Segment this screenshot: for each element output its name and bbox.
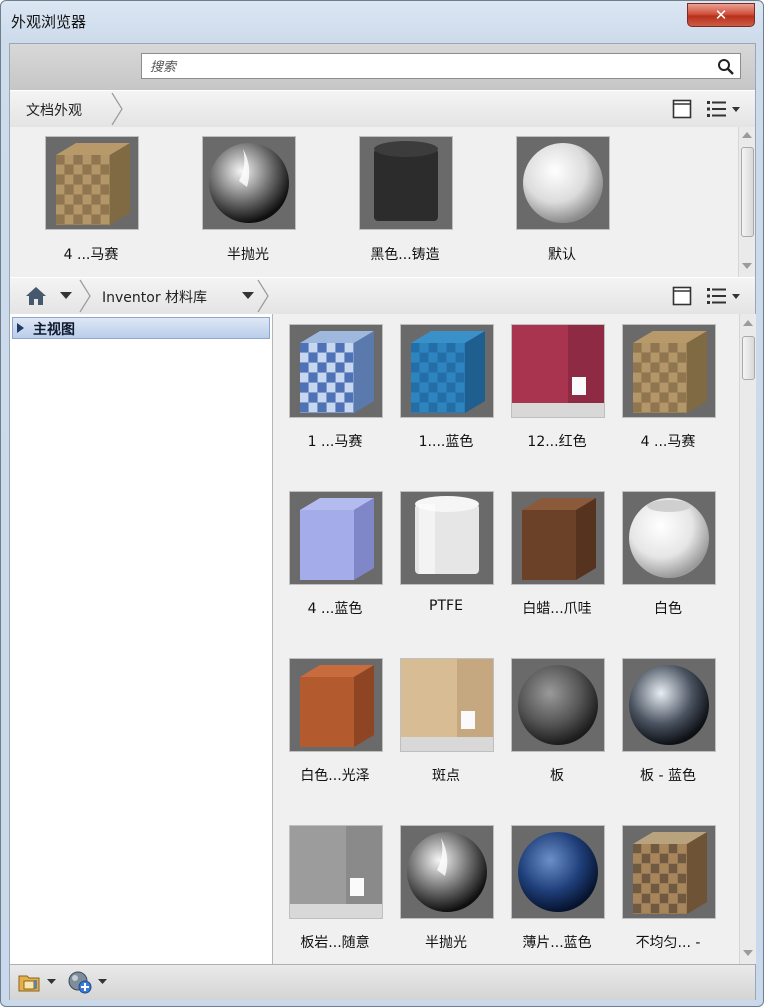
material-swatch[interactable] [289,324,383,418]
material-swatch[interactable] [511,324,605,418]
material-swatch[interactable] [400,825,494,919]
browser-client: 文档外观 4 ...马赛半抛光黑色...铸造默认 Inventor 材料库 [9,43,756,1000]
material-swatch[interactable] [511,491,605,585]
search-icon[interactable] [717,58,735,76]
search-bar [10,44,755,91]
material-label: 板岩...随意 [300,935,370,951]
document-scrollbar[interactable] [738,127,755,277]
material-label: 斑点 [432,768,460,784]
library-tree: 主视图 [10,314,273,964]
material-swatch[interactable] [400,658,494,752]
material-label: 白色 [654,601,682,617]
material-label: 薄片...蓝色 [522,935,592,951]
material-label: 黑色...铸造 [370,247,440,263]
folder-icon[interactable] [18,971,44,993]
bottom-toolbar [10,964,755,1000]
window-title: 外观浏览器 [11,13,87,31]
scroll-down-arrow-icon[interactable] [743,950,753,956]
document-appearances-panel: 4 ...马赛 半抛光 黑色...铸造 默认 [10,127,755,277]
material-swatch[interactable] [289,825,383,919]
expand-arrow-icon[interactable] [17,323,24,333]
material-swatch[interactable] [622,825,716,919]
list-view-icon[interactable] [706,99,740,119]
folder-dropdown-icon[interactable] [47,979,56,985]
material-label: 板 [550,768,564,784]
library-scrollbar[interactable] [739,314,756,964]
library-dropdown-icon[interactable] [242,292,254,300]
scroll-up-arrow-icon[interactable] [742,132,752,138]
close-icon: ✕ [714,6,728,24]
search-box[interactable] [141,53,741,79]
home-icon[interactable] [24,285,48,307]
material-swatch[interactable] [516,136,610,230]
list-view-icon[interactable] [706,286,740,306]
material-label: 不均匀... - [635,935,701,951]
close-button[interactable]: ✕ [687,3,755,27]
material-label: 板 - 蓝色 [640,768,696,784]
tree-item-main-view[interactable]: 主视图 [12,317,270,339]
breadcrumb-separator-icon [111,92,123,126]
material-swatch[interactable] [289,491,383,585]
breadcrumb-separator-icon [79,279,91,313]
material-label: 1....蓝色 [418,434,474,450]
material-swatch[interactable] [511,825,605,919]
breadcrumb-inventor-library[interactable]: Inventor 材料库 [102,287,207,307]
material-swatch[interactable] [202,136,296,230]
material-swatch[interactable] [622,658,716,752]
scroll-thumb[interactable] [741,147,754,237]
scroll-up-arrow-icon[interactable] [743,320,753,326]
material-label: 4 ...蓝色 [307,601,363,617]
home-dropdown-icon[interactable] [60,292,72,300]
material-label: 默认 [548,247,576,263]
material-label: 半抛光 [425,935,467,951]
material-label: 4 ...马赛 [640,434,696,450]
appearance-browser-window: 外观浏览器 ✕ 文档外观 4 ...马赛半抛光黑色...铸造默认 [0,0,764,1007]
material-swatch[interactable] [289,658,383,752]
material-swatch[interactable] [622,491,716,585]
material-swatch[interactable] [622,324,716,418]
single-view-icon[interactable] [672,99,692,119]
material-label: 4 ...马赛 [63,247,119,263]
material-swatch[interactable] [400,324,494,418]
material-label: 1 ...马赛 [307,434,363,450]
tree-item-label: 主视图 [33,322,75,338]
title-bar: 外观浏览器 ✕ [1,1,763,41]
document-breadcrumb-bar: 文档外观 [10,90,755,128]
material-label: 12...红色 [527,434,587,450]
breadcrumb-separator-icon [257,279,269,313]
single-view-icon[interactable] [672,286,692,306]
add-dropdown-icon[interactable] [98,979,107,985]
material-swatch[interactable] [45,136,139,230]
search-input[interactable] [148,57,712,77]
breadcrumb-document-appearances[interactable]: 文档外观 [26,100,82,120]
library-breadcrumb-bar: Inventor 材料库 [10,277,755,315]
scroll-thumb[interactable] [742,336,755,380]
scroll-down-arrow-icon[interactable] [742,263,752,269]
material-label: 白色...光泽 [300,768,370,784]
material-label: PTFE [429,598,463,614]
add-material-icon[interactable] [67,970,93,994]
material-swatch[interactable] [359,136,453,230]
material-swatch[interactable] [511,658,605,752]
material-label: 半抛光 [227,247,269,263]
library-material-grid: 1 ...马赛 1....蓝色 12...红色 4 ...马赛 4 ...蓝色 PT… [273,314,739,964]
material-label: 白蜡...爪哇 [522,601,592,617]
material-swatch[interactable] [400,491,494,585]
